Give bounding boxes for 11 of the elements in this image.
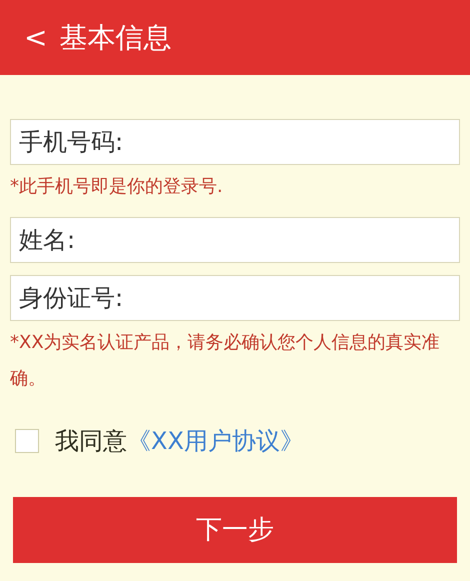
agreement-link[interactable]: 《XX用户协议》 [127,423,304,459]
hint-text: *此手机号即是你的登录号. [10,175,224,199]
agree-checkbox[interactable] [15,429,39,453]
back-button[interactable]: < [24,16,48,58]
next-button[interactable]: 下一步 [13,497,457,563]
input-field[interactable]: 手机号码: [10,119,460,165]
input-field[interactable]: 姓名: [10,217,460,263]
page-title: 基本信息 [59,20,172,56]
agree-label: 我同意 [55,426,127,457]
input-field[interactable]: 身份证号: [10,275,460,321]
hint-text: *XX为实名认证产品，请务必确认您个人信息的真实准确。 [10,331,441,391]
